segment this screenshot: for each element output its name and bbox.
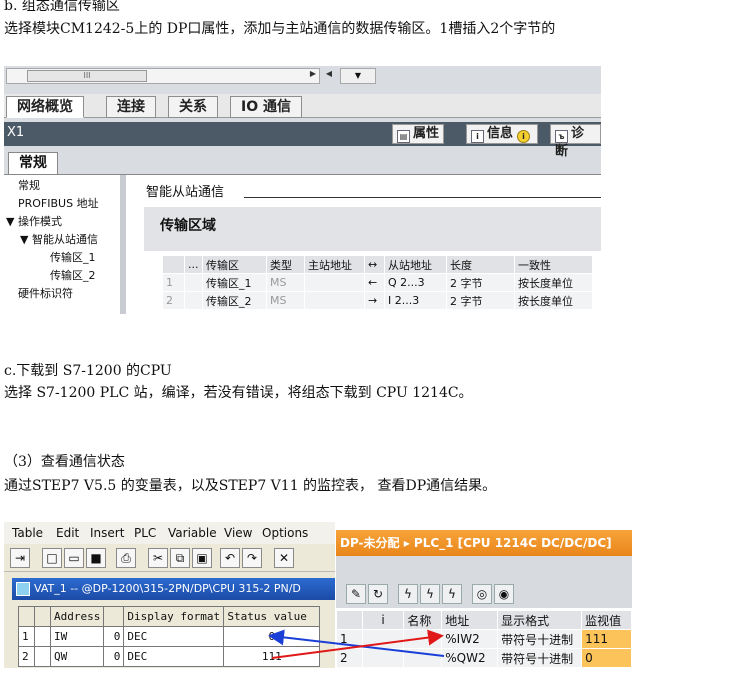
annotation-arrows [268,629,445,659]
